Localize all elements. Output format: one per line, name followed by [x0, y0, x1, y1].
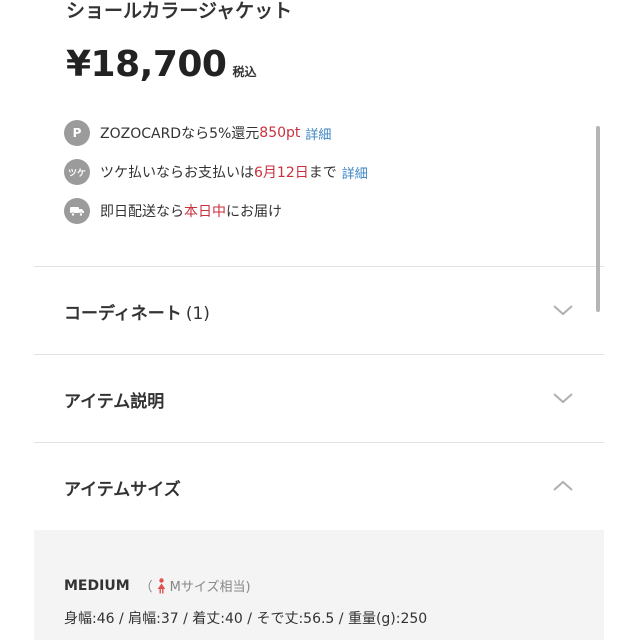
tax-label: 税込 — [232, 65, 257, 79]
size-panel: MEDIUM （ Mサイズ相当) 身幅:46 / 肩幅:37 / 着丈:40 /… — [34, 530, 604, 640]
divider — [34, 266, 604, 267]
benefit-delivery: 即日配送なら 本日中 にお届け — [64, 198, 282, 224]
section-label: アイテム説明 — [64, 391, 165, 412]
product-price: ¥18,700 — [66, 44, 227, 85]
price-row: ¥18,700 税込 — [66, 44, 256, 85]
section-item-description[interactable]: アイテム説明 — [34, 356, 604, 442]
details-link[interactable]: 詳細 — [305, 124, 331, 143]
size-note: （ Mサイズ相当) — [140, 576, 251, 595]
benefit-text: ZOZOCARDなら5%還元 — [100, 126, 260, 142]
benefit-text-suffix: にお届け — [226, 204, 282, 220]
divider — [34, 442, 604, 443]
chevron-down-icon — [553, 305, 573, 316]
benefit-text: 即日配送なら — [100, 204, 184, 220]
tsuke-icon: ツケ — [64, 159, 90, 185]
benefit-today: 本日中 — [184, 204, 226, 220]
p-icon: P — [64, 120, 90, 146]
section-coordinate[interactable]: コーディネート (1) — [34, 268, 604, 354]
details-link[interactable]: 詳細 — [342, 163, 368, 182]
truck-icon — [64, 198, 90, 224]
chevron-up-icon — [553, 480, 573, 491]
size-detail: 身幅:46 / 肩幅:37 / 着丈:40 / そで丈:56.5 / 重量(g)… — [64, 611, 428, 627]
coordinate-count: (1) — [185, 303, 210, 324]
scrollbar[interactable] — [596, 126, 600, 312]
size-name: MEDIUM — [64, 577, 130, 594]
section-label: アイテムサイズ — [64, 479, 181, 500]
section-item-size[interactable]: アイテムサイズ — [34, 444, 604, 530]
divider — [34, 354, 604, 355]
size-header: MEDIUM （ Mサイズ相当) — [64, 576, 251, 596]
chevron-down-icon — [553, 393, 573, 404]
benefit-zozocard: P ZOZOCARDなら5%還元 850pt 詳細 — [64, 120, 331, 146]
woman-icon — [157, 577, 165, 593]
product-detail-card: ショールカラージャケット ¥18,700 税込 P ZOZOCARDなら5%還元 … — [34, 0, 604, 640]
benefit-text: ツケ払いならお支払いは — [100, 165, 254, 181]
benefit-points: 850pt — [259, 125, 301, 141]
benefit-tsuke: ツケ ツケ払いならお支払いは 6月12日 まで 詳細 — [64, 159, 368, 185]
benefit-text-suffix: まで — [308, 165, 337, 181]
section-label: コーディネート (1) — [64, 303, 210, 324]
product-title: ショールカラージャケット — [66, 0, 293, 22]
benefit-date: 6月12日 — [254, 165, 309, 181]
